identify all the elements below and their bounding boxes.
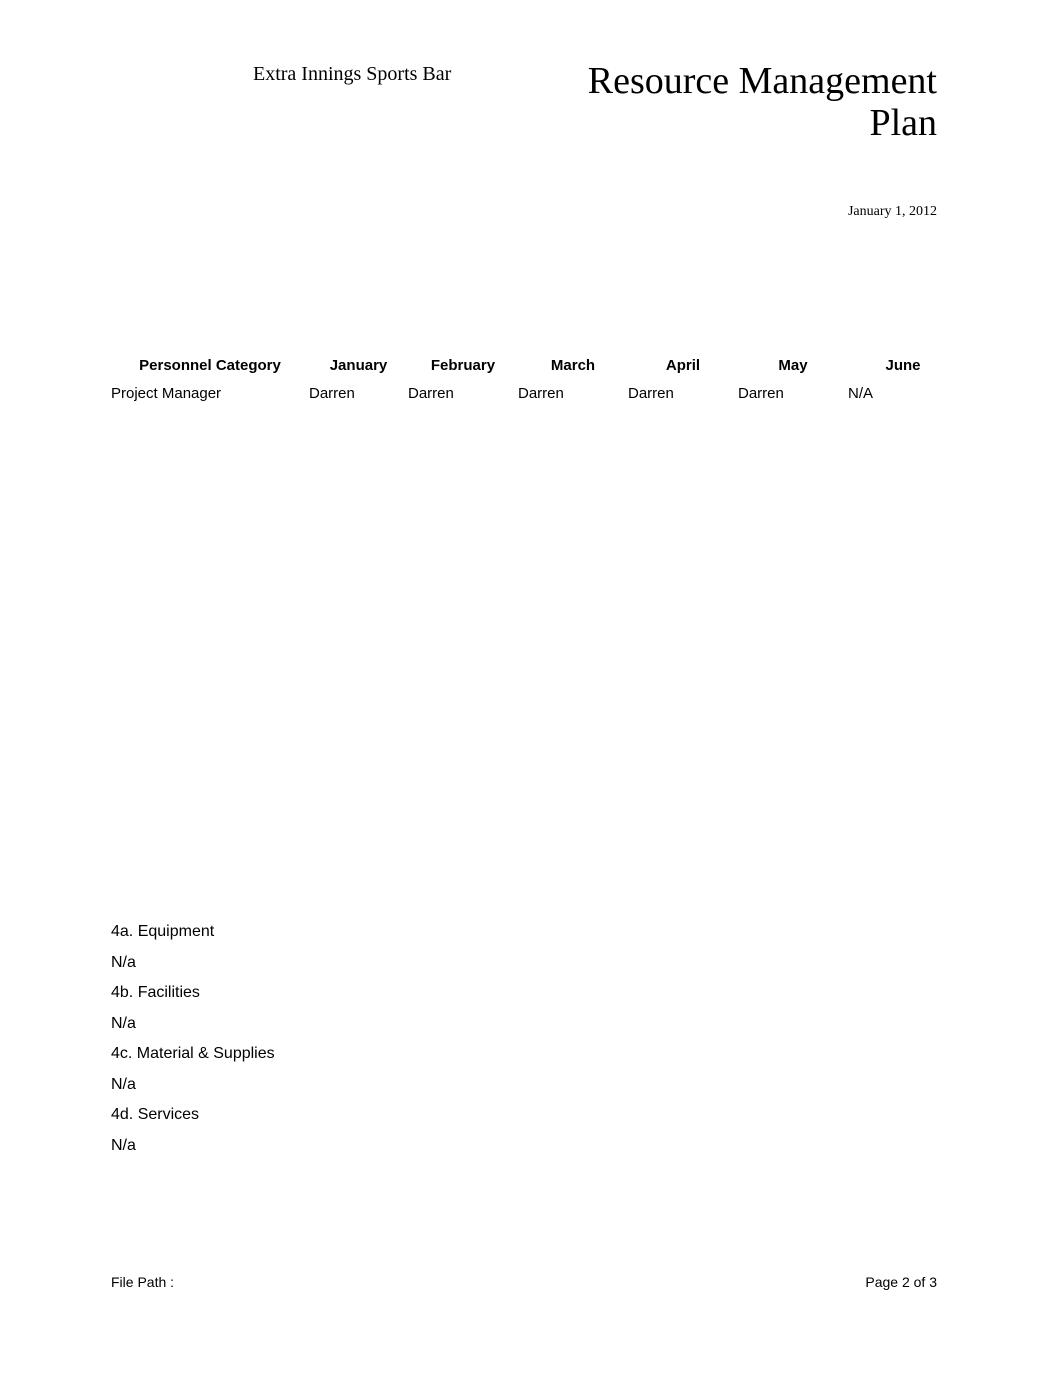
- organization-name: Extra Innings Sports Bar: [253, 63, 452, 85]
- page-footer: File Path : Page 2 of 3: [111, 1271, 937, 1293]
- footer-file-path: File Path :: [111, 1274, 175, 1290]
- cell-personnel-category: Project Manager: [111, 385, 222, 402]
- section-value-services: N/a: [111, 1136, 136, 1154]
- document-date: January 1, 2012: [847, 204, 937, 219]
- column-header-personnel-category: Personnel Category: [139, 357, 281, 374]
- resource-sections-list: 4a. Equipment N/a 4b. Facilities N/a 4c.…: [111, 917, 275, 1161]
- cell-may: Darren: [738, 385, 784, 402]
- footer-page-number: Page 2 of 3: [865, 1274, 937, 1290]
- cell-march: Darren: [518, 385, 564, 402]
- section-heading-facilities: 4b. Facilities: [111, 984, 200, 1001]
- column-header-april: April: [665, 357, 701, 374]
- cell-april: Darren: [628, 385, 674, 402]
- column-header-march: March: [550, 357, 596, 374]
- cell-february: Darren: [408, 385, 454, 402]
- section-heading-material-supplies: 4c. Material & Supplies: [111, 1045, 275, 1062]
- column-header-june: June: [885, 357, 921, 374]
- document-title: Resource Management Plan: [587, 60, 937, 144]
- document-page: Extra Innings Sports Bar Resource Manage…: [0, 0, 1062, 1376]
- column-header-may: May: [778, 357, 808, 374]
- resource-allocation-table: Personnel Category January February Marc…: [111, 355, 958, 411]
- cell-january: Darren: [309, 385, 355, 402]
- table-header-row: Personnel Category January February Marc…: [111, 355, 958, 383]
- column-header-january: January: [329, 357, 388, 374]
- table-row: Project Manager Darren Darren Darren Dar…: [111, 383, 958, 411]
- section-heading-equipment: 4a. Equipment: [111, 923, 215, 940]
- section-value-material-supplies: N/a: [111, 1075, 136, 1093]
- column-header-february: February: [430, 357, 496, 374]
- section-value-facilities: N/a: [111, 1014, 136, 1032]
- cell-june: N/A: [848, 385, 874, 402]
- section-heading-services: 4d. Services: [111, 1106, 200, 1123]
- section-value-equipment: N/a: [111, 953, 136, 971]
